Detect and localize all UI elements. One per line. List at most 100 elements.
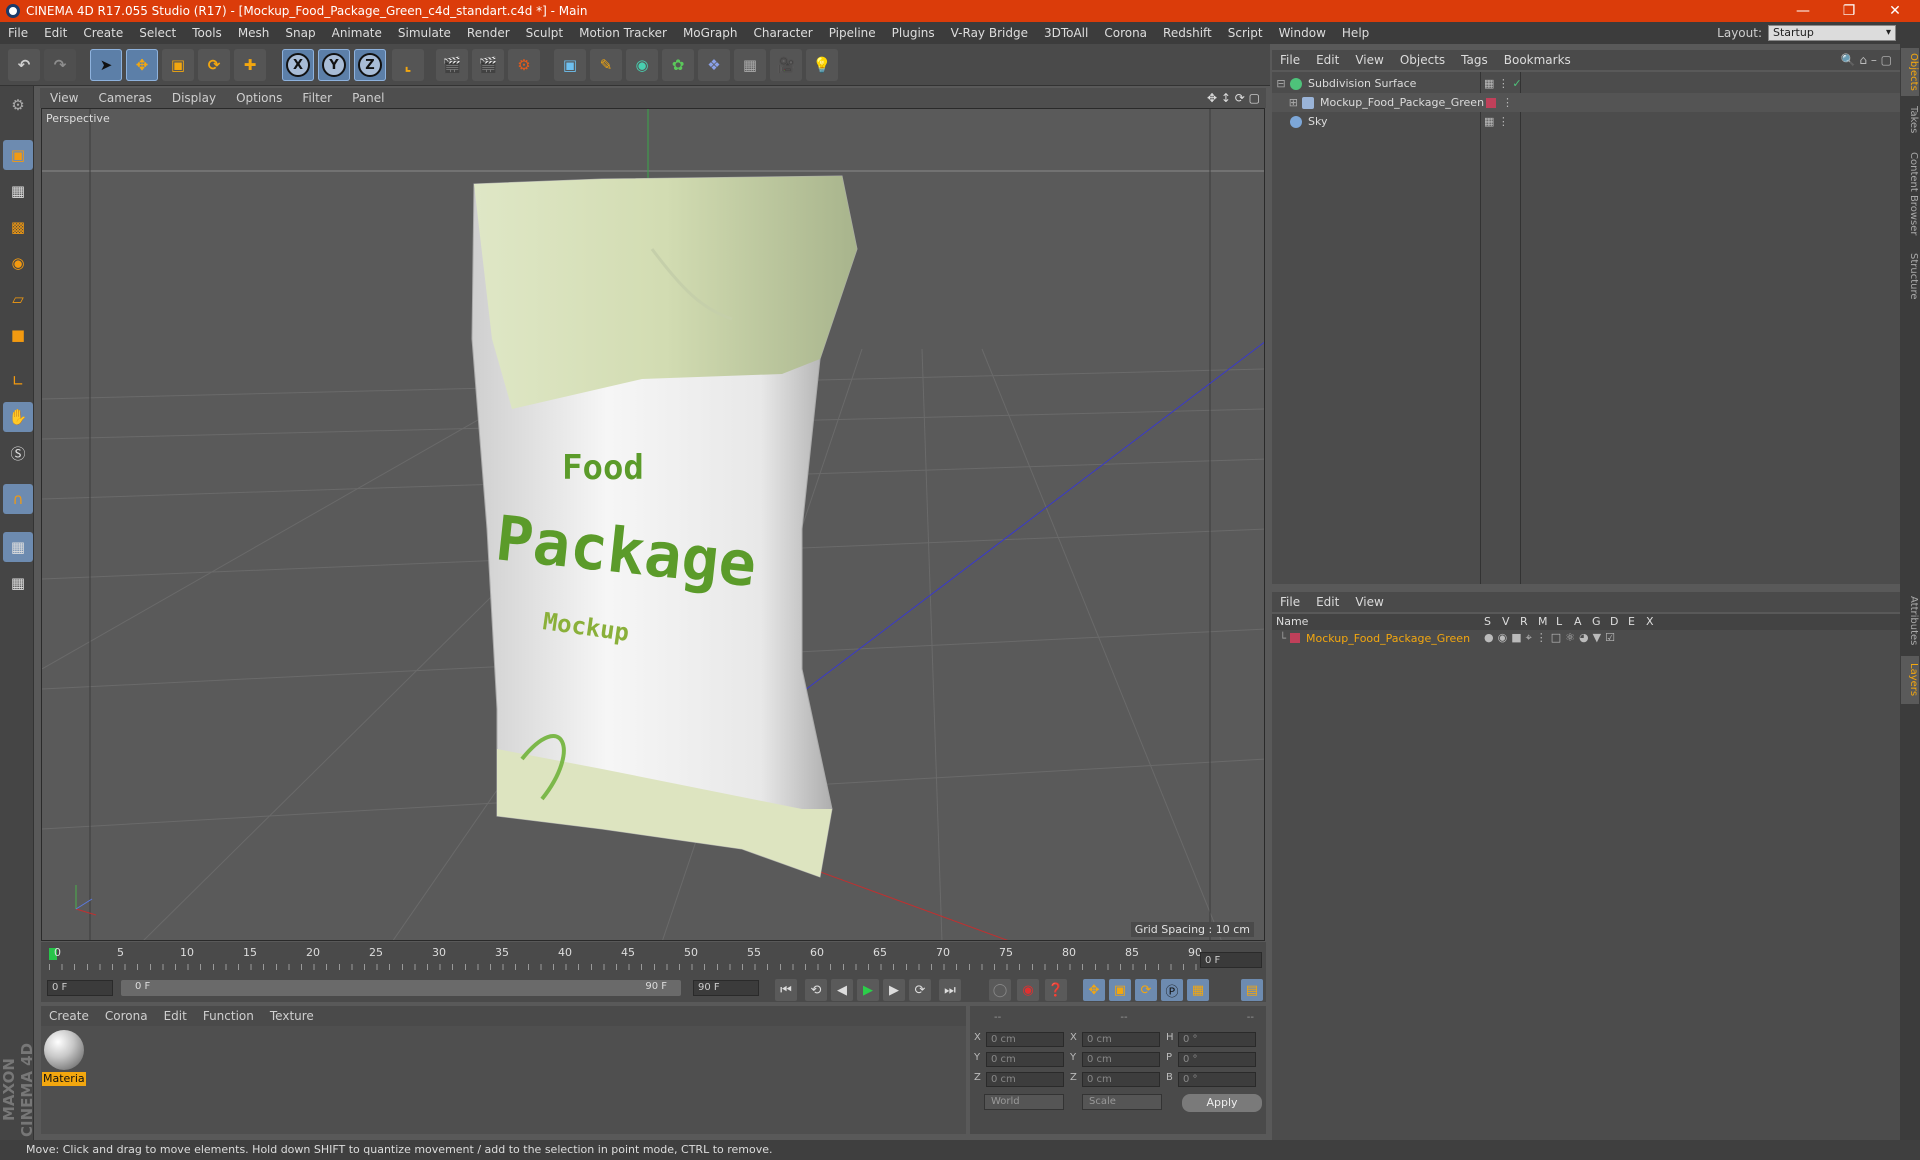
select-arrow-icon[interactable]: ➤	[90, 49, 122, 81]
menu-sculpt[interactable]: Sculpt	[518, 26, 571, 40]
make-editable-icon[interactable]: ⚙	[3, 90, 33, 120]
material-menu-corona[interactable]: Corona	[97, 1009, 156, 1023]
om-menu-view[interactable]: View	[1347, 53, 1391, 67]
menu-corona[interactable]: Corona	[1096, 26, 1155, 40]
z-axis-lock-button[interactable]: Z	[354, 49, 386, 81]
layer-row[interactable]: └ Mockup_Food_Package_Green ●◉■⌖⋮□⚛◕▼☑	[1272, 630, 1900, 646]
position-y-field[interactable]: 0 cm	[986, 1052, 1064, 1067]
viewport-menu-view[interactable]: View	[40, 91, 88, 105]
om-menu-file[interactable]: File	[1272, 53, 1308, 67]
perspective-viewport[interactable]: Food Package Mockup Perspective Grid Spa…	[41, 108, 1265, 941]
object-flags[interactable]: ▦ ⋮ ✓	[1484, 77, 1522, 90]
viewport-menu-cameras[interactable]: Cameras	[88, 91, 161, 105]
pen-spline-icon[interactable]: ✎	[590, 49, 622, 81]
previous-frame-icon[interactable]: ◀	[831, 979, 853, 1001]
lm-menu-edit[interactable]: Edit	[1308, 595, 1347, 609]
om-search-home-icons[interactable]: 🔍 ⌂ – ▢	[1841, 53, 1892, 67]
play-icon[interactable]: ▶	[857, 979, 879, 1001]
model-mode-icon[interactable]: ▣	[3, 140, 33, 170]
tab-content-browser[interactable]: Content Browser	[1901, 144, 1919, 244]
snap-magnet-icon[interactable]: ∩	[3, 484, 33, 514]
menu-mograph[interactable]: MoGraph	[675, 26, 746, 40]
object-row-mockup-food-package[interactable]: ⊞ Mockup_Food_Package_Green ⋮	[1272, 93, 1900, 112]
auto-keying-icon[interactable]: ◉	[1017, 979, 1039, 1001]
solo-mode-icon[interactable]: Ⓢ	[3, 438, 33, 468]
lm-menu-view[interactable]: View	[1347, 595, 1391, 609]
workplane-icon[interactable]: ▩	[3, 212, 33, 242]
tab-attributes[interactable]: Attributes	[1901, 590, 1919, 652]
key-scale-icon[interactable]: ▣	[1109, 979, 1131, 1001]
end-frame-field[interactable]: 90 F	[693, 980, 759, 996]
key-position-icon[interactable]: ✥	[1083, 979, 1105, 1001]
keyframe-selection-icon[interactable]: ❓	[1045, 979, 1067, 1001]
size-z-field[interactable]: 0 cm	[1082, 1072, 1160, 1087]
key-parameter-icon[interactable]: Ⓟ	[1161, 979, 1183, 1001]
rotation-b-field[interactable]: 0 °	[1178, 1072, 1256, 1087]
menu-render[interactable]: Render	[459, 26, 518, 40]
position-z-field[interactable]: 0 cm	[986, 1072, 1064, 1087]
material-menu-function[interactable]: Function	[195, 1009, 262, 1023]
texture-mode-icon[interactable]: ▦	[3, 176, 33, 206]
menu-character[interactable]: Character	[745, 26, 820, 40]
viewport-menu-filter[interactable]: Filter	[292, 91, 342, 105]
apply-button[interactable]: Apply	[1182, 1094, 1262, 1112]
next-frame-icon[interactable]: ▶	[883, 979, 905, 1001]
menu-script[interactable]: Script	[1220, 26, 1271, 40]
go-to-start-icon[interactable]: ⏮	[775, 979, 797, 1001]
current-frame-field[interactable]: 0 F	[1200, 952, 1262, 968]
om-menu-objects[interactable]: Objects	[1392, 53, 1453, 67]
planar-workplane-icon[interactable]: ▦	[3, 568, 33, 598]
subdivision-generator-icon[interactable]: ◉	[626, 49, 658, 81]
object-flags[interactable]: ▦ ⋮	[1484, 115, 1509, 128]
menu-mesh[interactable]: Mesh	[230, 26, 278, 40]
menu-select[interactable]: Select	[131, 26, 184, 40]
menu-help[interactable]: Help	[1334, 26, 1377, 40]
object-row-sky[interactable]: Sky ▦ ⋮	[1272, 112, 1900, 131]
menu-tools[interactable]: Tools	[184, 26, 230, 40]
axis-mode-icon[interactable]: ∟	[3, 366, 33, 396]
rotation-h-field[interactable]: 0 °	[1178, 1032, 1256, 1047]
points-mode-icon[interactable]: ◉	[3, 248, 33, 278]
camera-icon[interactable]: 🎥	[770, 49, 802, 81]
layer-flag-icons[interactable]: ●◉■⌖⋮□⚛◕▼☑	[1484, 631, 1619, 645]
material-menu-texture[interactable]: Texture	[262, 1009, 322, 1023]
close-button[interactable]: ✕	[1872, 0, 1918, 22]
render-picture-viewer-icon[interactable]: 🎬	[472, 49, 504, 81]
scale-dropdown[interactable]: Scale	[1082, 1094, 1162, 1110]
layout-select[interactable]: Startup	[1768, 25, 1896, 41]
position-x-field[interactable]: 0 cm	[986, 1032, 1064, 1047]
previous-key-icon[interactable]: ⟲	[805, 979, 827, 1001]
key-pla-icon[interactable]: ▦	[1187, 979, 1209, 1001]
key-rotation-icon[interactable]: ⟳	[1135, 979, 1157, 1001]
light-icon[interactable]: 💡	[806, 49, 838, 81]
tab-objects[interactable]: Objects	[1901, 48, 1919, 96]
timeline-window-icon[interactable]: ▤	[1241, 979, 1263, 1001]
viewport-menu-display[interactable]: Display	[162, 91, 226, 105]
menu-3dtoall[interactable]: 3DToAll	[1036, 26, 1096, 40]
menu-motion-tracker[interactable]: Motion Tracker	[571, 26, 675, 40]
transform-tool-icon[interactable]: ✚	[234, 49, 266, 81]
floor-scene-icon[interactable]: ▦	[734, 49, 766, 81]
material-menu-edit[interactable]: Edit	[156, 1009, 195, 1023]
menu-pipeline[interactable]: Pipeline	[821, 26, 884, 40]
deformer-icon[interactable]: ❖	[698, 49, 730, 81]
collapse-icon[interactable]: ⊟	[1272, 77, 1290, 90]
material-name-label[interactable]: Materia	[42, 1072, 86, 1086]
polygons-mode-icon[interactable]: ■	[3, 320, 33, 350]
minimize-button[interactable]: —	[1780, 0, 1826, 22]
go-to-end-icon[interactable]: ⏭	[939, 979, 961, 1001]
menu-edit[interactable]: Edit	[36, 26, 75, 40]
object-row-subdivision-surface[interactable]: ⊟ Subdivision Surface ▦ ⋮ ✓	[1272, 74, 1900, 93]
viewport-menu-panel[interactable]: Panel	[342, 91, 394, 105]
next-key-icon[interactable]: ⟳	[909, 979, 931, 1001]
tab-layers[interactable]: Layers	[1901, 656, 1919, 704]
render-view-icon[interactable]: 🎬	[436, 49, 468, 81]
rotate-tool-icon[interactable]: ⟳	[198, 49, 230, 81]
material-menu-create[interactable]: Create	[41, 1009, 97, 1023]
layer-color-swatch[interactable]	[1486, 97, 1496, 108]
restore-button[interactable]: ❐	[1826, 0, 1872, 22]
preview-range-slider[interactable]: 0 F 90 F	[121, 980, 681, 996]
tab-takes[interactable]: Takes	[1901, 100, 1919, 140]
timeline-ruler[interactable]: 0 5 10 15 20 25 30 35 40 45 50 55 60 65 70 75 80 85 90 0 F	[41, 942, 1266, 976]
scale-tool-icon[interactable]: ▣	[162, 49, 194, 81]
